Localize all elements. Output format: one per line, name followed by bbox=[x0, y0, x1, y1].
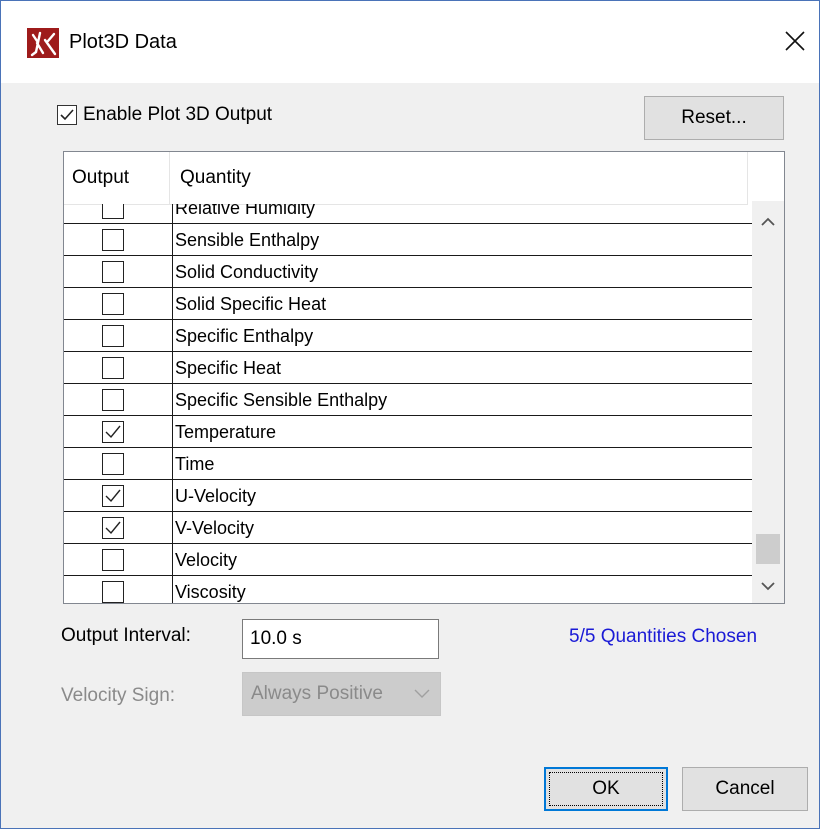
table-row[interactable]: Specific Enthalpy bbox=[64, 320, 752, 352]
output-checkbox[interactable] bbox=[102, 581, 124, 603]
output-checkbox[interactable] bbox=[102, 325, 124, 347]
enable-plot3d-label: Enable Plot 3D Output bbox=[83, 104, 273, 125]
quantities-table: Output Quantity Relative Humidity Sensibl… bbox=[63, 151, 785, 604]
quantity-cell: Specific Enthalpy bbox=[172, 320, 313, 352]
velocity-sign-select: Always Positive bbox=[242, 672, 441, 716]
checkmark-icon bbox=[60, 109, 74, 121]
table-row[interactable]: Specific Sensible Enthalpy bbox=[64, 384, 752, 416]
scroll-thumb[interactable] bbox=[756, 534, 780, 564]
ok-button[interactable]: OK bbox=[544, 767, 668, 811]
close-button[interactable] bbox=[777, 23, 813, 59]
output-checkbox[interactable] bbox=[102, 229, 124, 251]
plot3d-data-dialog: Plot3D Data Enable Plot 3D Output Reset.… bbox=[0, 0, 820, 829]
quantity-cell: Sensible Enthalpy bbox=[172, 224, 319, 256]
table-row[interactable]: Sensible Enthalpy bbox=[64, 224, 752, 256]
table-row[interactable]: Relative Humidity bbox=[64, 204, 752, 224]
output-checkbox[interactable] bbox=[102, 357, 124, 379]
output-checkbox[interactable] bbox=[102, 421, 124, 443]
velocity-sign-value: Always Positive bbox=[251, 683, 383, 704]
quantity-cell: Specific Heat bbox=[172, 352, 281, 384]
column-header-quantity[interactable]: Quantity bbox=[170, 152, 748, 204]
table-row[interactable]: Temperature bbox=[64, 416, 752, 448]
output-checkbox[interactable] bbox=[102, 485, 124, 507]
title-bar: Plot3D Data bbox=[1, 1, 819, 83]
focus-ring bbox=[549, 772, 663, 806]
table-row[interactable]: Viscosity bbox=[64, 576, 752, 603]
enable-plot3d-checkbox[interactable]: Enable Plot 3D Output bbox=[57, 104, 272, 126]
table-header: Output Quantity bbox=[64, 152, 748, 205]
output-interval-input[interactable] bbox=[242, 619, 439, 659]
output-checkbox[interactable] bbox=[102, 549, 124, 571]
close-icon bbox=[785, 31, 805, 51]
quantity-cell: Time bbox=[172, 448, 214, 480]
output-interval-label: Output Interval: bbox=[61, 625, 191, 646]
window-title: Plot3D Data bbox=[69, 31, 177, 53]
table-row[interactable]: Time bbox=[64, 448, 752, 480]
table-row[interactable]: Velocity bbox=[64, 544, 752, 576]
quantity-cell: V-Velocity bbox=[172, 512, 254, 544]
quantity-cell: Specific Sensible Enthalpy bbox=[172, 384, 387, 416]
checkmark-icon bbox=[105, 425, 121, 439]
quantities-chosen-status: 5/5 Quantities Chosen bbox=[569, 626, 758, 647]
enable-checkbox-box[interactable] bbox=[57, 105, 77, 125]
output-checkbox[interactable] bbox=[102, 261, 124, 283]
output-checkbox[interactable] bbox=[102, 204, 124, 219]
table-row[interactable]: Solid Specific Heat bbox=[64, 288, 752, 320]
output-checkbox[interactable] bbox=[102, 389, 124, 411]
quantity-cell: Solid Conductivity bbox=[172, 256, 318, 288]
quantity-cell: U-Velocity bbox=[172, 480, 256, 512]
column-header-output[interactable]: Output bbox=[64, 152, 170, 204]
quantity-cell: Velocity bbox=[172, 544, 237, 576]
table-scrollbar[interactable] bbox=[752, 201, 784, 603]
quantity-cell: Solid Specific Heat bbox=[172, 288, 326, 320]
chevron-up-icon bbox=[761, 217, 775, 226]
checkmark-icon bbox=[105, 521, 121, 535]
output-checkbox[interactable] bbox=[102, 517, 124, 539]
fds-flame-icon bbox=[27, 28, 59, 58]
table-body: Relative Humidity Sensible Enthalpy Solid … bbox=[64, 204, 752, 603]
quantity-cell: Viscosity bbox=[172, 576, 246, 603]
table-row[interactable]: U-Velocity bbox=[64, 480, 752, 512]
output-checkbox[interactable] bbox=[102, 453, 124, 475]
table-row[interactable]: Specific Heat bbox=[64, 352, 752, 384]
cancel-button[interactable]: Cancel bbox=[682, 767, 808, 811]
reset-button[interactable]: Reset... bbox=[644, 96, 784, 140]
velocity-sign-label: Velocity Sign: bbox=[61, 685, 176, 706]
quantity-cell: Temperature bbox=[172, 416, 276, 448]
table-row[interactable]: V-Velocity bbox=[64, 512, 752, 544]
scroll-down-button[interactable] bbox=[752, 571, 784, 601]
checkmark-icon bbox=[105, 489, 121, 503]
chevron-down-icon bbox=[761, 582, 775, 591]
quantity-cell: Relative Humidity bbox=[172, 204, 315, 224]
table-row[interactable]: Solid Conductivity bbox=[64, 256, 752, 288]
chevron-down-icon bbox=[414, 689, 430, 698]
scroll-up-button[interactable] bbox=[752, 207, 784, 237]
output-checkbox[interactable] bbox=[102, 293, 124, 315]
